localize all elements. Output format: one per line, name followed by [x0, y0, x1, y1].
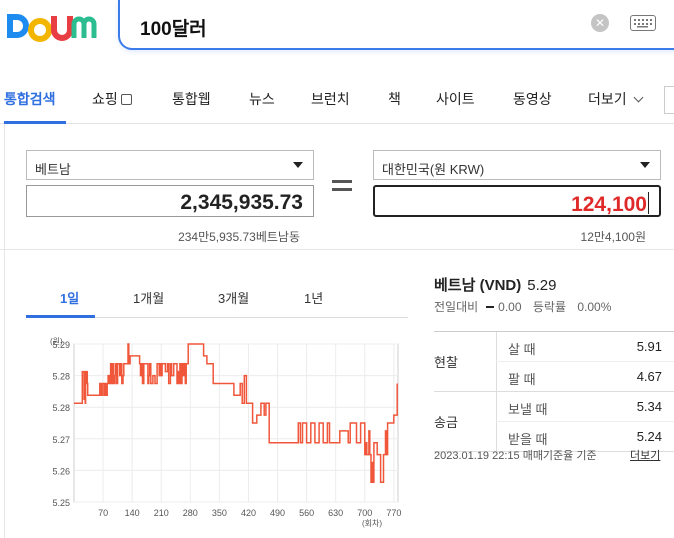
row-label: 살 때 — [508, 342, 536, 357]
table-row: 보낼 때 5.34 — [496, 392, 674, 422]
tab-books[interactable]: 책 — [388, 89, 401, 109]
rate-group-remit: 송금 보낼 때 5.34 받을 때 5.24 — [434, 392, 674, 452]
period-tab-1d[interactable]: 1일 — [60, 288, 79, 307]
change-label: 전일대비 — [434, 300, 479, 314]
daum-logo[interactable] — [4, 6, 100, 46]
tab-video[interactable]: 동영상 — [513, 89, 552, 109]
x-tick-label: 140 — [125, 508, 140, 518]
x-tick-label: 210 — [154, 508, 169, 518]
period-tabs: 1일 1개월 3개월 1년 — [26, 276, 408, 318]
row-label: 받을 때 — [508, 432, 548, 447]
tab-extra-button[interactable] — [664, 86, 674, 114]
no-change-dash-icon — [486, 306, 495, 308]
table-row: 팔 때 4.67 — [496, 362, 674, 392]
tab-sites[interactable]: 사이트 — [436, 89, 475, 109]
x-tick-label: 350 — [212, 508, 227, 518]
x-tick-label: 420 — [241, 508, 256, 518]
search-tabs: 통합검색 쇼핑 통합웹 뉴스 브런치 책 사이트 동영상 더보기 — [0, 74, 674, 124]
dropdown-arrow-icon — [640, 162, 650, 168]
to-currency-select[interactable]: 대한민국(원 KRW) — [373, 150, 661, 180]
x-tick-label: 280 — [183, 508, 198, 518]
from-amount-input[interactable]: 2,345,935.73 — [26, 185, 314, 217]
keyboard-keys-icon — [634, 19, 652, 28]
clear-search-button[interactable]: ✕ — [591, 14, 609, 32]
dropdown-arrow-icon — [293, 162, 303, 168]
tab-news[interactable]: 뉴스 — [249, 89, 275, 109]
period-tab-1m[interactable]: 1개월 — [133, 288, 164, 307]
to-amount-input[interactable]: 124,100 — [373, 185, 661, 217]
row-value: 5.34 — [636, 399, 662, 414]
period-tab-3m[interactable]: 3개월 — [218, 288, 249, 307]
keyboard-icon[interactable] — [630, 15, 656, 31]
y-tick-label: 5.28 — [52, 403, 70, 413]
to-amount-value: 124,100 — [571, 193, 647, 216]
active-period-underline — [26, 315, 95, 318]
rate-group-label: 현찰 — [434, 355, 458, 370]
more-link[interactable]: 더보기 — [630, 447, 660, 463]
header: 100달러 ✕ — [0, 0, 674, 70]
currency-name: 베트남 (VND) — [434, 277, 522, 294]
currency-title: 베트남 (VND) 5.29 — [434, 274, 556, 295]
table-row: 살 때 5.91 — [496, 332, 674, 362]
x-axis-label: (회차) — [362, 519, 382, 528]
currency-converter: 베트남 2,345,935.73 대한민국(원 KRW) 124,100 234… — [0, 124, 674, 250]
x-tick-label: 770 — [386, 508, 401, 518]
tab-more[interactable]: 더보기 — [588, 89, 644, 109]
y-tick-label: 5.27 — [52, 435, 70, 445]
tab-shopping-label: 쇼핑 — [92, 91, 118, 107]
tab-shopping[interactable]: 쇼핑 — [92, 89, 132, 109]
row-value: 4.67 — [636, 369, 662, 384]
rate-group-cash: 현찰 살 때 5.91 팔 때 4.67 — [434, 332, 674, 392]
x-tick-label: 560 — [299, 508, 314, 518]
change-value: 0.00 — [498, 300, 522, 314]
rate-group-label: 송금 — [434, 415, 458, 430]
y-tick-label: 5.28 — [52, 372, 70, 382]
tab-brunch[interactable]: 브런치 — [311, 89, 350, 109]
change-summary: 전일대비 0.00 등락률 0.00% — [434, 298, 611, 315]
chevron-down-icon — [633, 92, 644, 103]
rate-table: 현찰 살 때 5.91 팔 때 4.67 송금 보낼 때 5.34 받을 때 5… — [434, 331, 674, 452]
row-value: 5.91 — [636, 339, 662, 354]
rate-footnote: 2023.01.19 22:15 매매기준율 기준 — [434, 450, 597, 462]
from-currency-select[interactable]: 베트남 — [26, 150, 314, 180]
row-label: 보낼 때 — [508, 402, 548, 417]
tab-more-label: 더보기 — [588, 91, 627, 107]
x-tick-label: 700 — [357, 508, 372, 518]
to-currency-label: 대한민국(원 KRW) — [382, 162, 485, 177]
tab-web[interactable]: 통합웹 — [172, 89, 211, 109]
current-rate: 5.29 — [527, 277, 557, 294]
search-input[interactable]: 100달러 — [140, 14, 207, 41]
search-box[interactable]: 100달러 ✕ — [118, 0, 674, 50]
shopping-badge-icon — [120, 94, 132, 105]
text-caret — [648, 192, 649, 214]
from-amount-reading: 234만5,935.73베트남동 — [178, 230, 300, 244]
x-tick-label: 70 — [98, 508, 108, 518]
y-axis-label: (원) — [50, 337, 63, 346]
row-label: 팔 때 — [508, 372, 536, 387]
x-tick-label: 630 — [328, 508, 343, 518]
y-tick-label: 5.25 — [52, 498, 70, 508]
equals-icon — [332, 180, 352, 196]
pct-value: 0.00% — [577, 300, 612, 314]
from-currency-label: 베트남 — [35, 162, 71, 177]
tab-integrated[interactable]: 통합검색 — [4, 89, 56, 109]
x-tick-label: 490 — [270, 508, 285, 518]
plot-area — [73, 343, 399, 503]
pct-label: 등락률 — [532, 300, 566, 314]
exchange-rate-chart: 5.295.285.285.275.265.2570 140 210 280 350 42… — [50, 337, 401, 528]
period-tab-1y[interactable]: 1년 — [304, 288, 323, 307]
row-value: 5.24 — [636, 429, 662, 444]
to-amount-reading: 12만4,100원 — [580, 230, 646, 244]
y-tick-label: 5.26 — [52, 466, 70, 476]
